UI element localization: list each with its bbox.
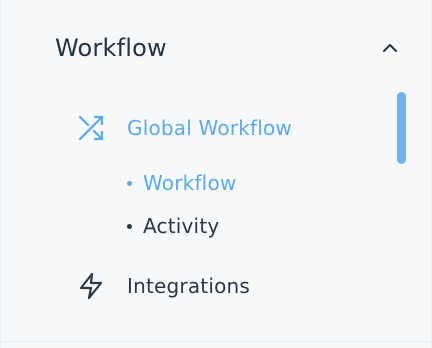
divider — [1, 341, 431, 342]
scrollbar-thumb[interactable] — [397, 92, 406, 164]
sub-item-label-workflow: Workflow — [143, 171, 237, 195]
nav-item-global-workflow[interactable]: Global Workflow — [75, 110, 292, 146]
bullet-dot — [127, 223, 132, 229]
sub-item-activity[interactable]: Activity — [127, 212, 219, 240]
shuffle-icon — [75, 112, 107, 144]
chevron-up-icon[interactable] — [379, 37, 401, 59]
lightning-icon — [75, 270, 107, 302]
sub-item-label-activity: Activity — [143, 214, 220, 238]
sub-item-workflow[interactable]: Workflow — [127, 169, 236, 197]
bullet-dot — [127, 180, 132, 186]
nav-item-integrations[interactable]: Integrations — [75, 268, 250, 304]
nav-label-global-workflow: Global Workflow — [127, 116, 292, 140]
workflow-section-header[interactable]: Workflow — [55, 28, 403, 68]
section-title: Workflow — [55, 34, 167, 62]
sidebar-panel: Workflow Global Workflow Workflow Activi… — [0, 0, 432, 348]
nav-label-integrations: Integrations — [127, 274, 251, 298]
